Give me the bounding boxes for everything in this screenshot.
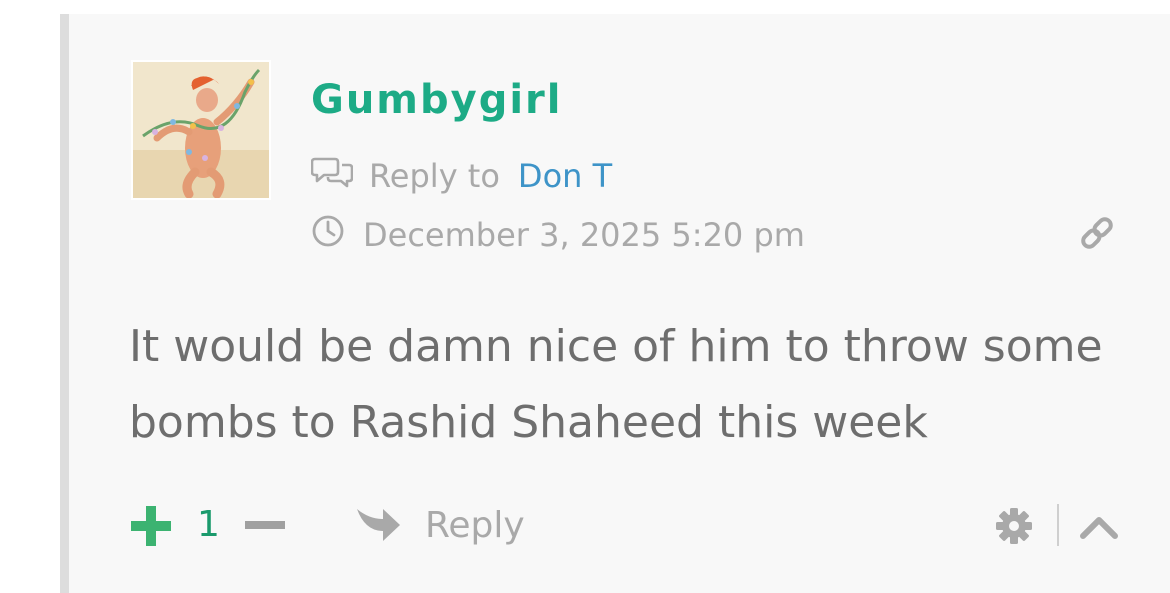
comments-icon bbox=[310, 155, 354, 197]
share-arrow-icon bbox=[357, 509, 400, 541]
link-icon bbox=[1081, 217, 1113, 249]
reply-to-line: Reply to Don T bbox=[310, 154, 612, 198]
vote-up-button[interactable] bbox=[131, 506, 171, 546]
avatar[interactable] bbox=[131, 60, 271, 200]
comment-card: Gumbygirl Reply to Don T December 3, 202… bbox=[60, 14, 1170, 593]
avatar-image bbox=[133, 62, 269, 198]
reply-to-label: Reply to bbox=[369, 157, 500, 195]
comment-author[interactable]: Gumbygirl bbox=[311, 74, 562, 126]
clock-icon bbox=[311, 214, 345, 256]
collapse-button[interactable] bbox=[1079, 508, 1119, 544]
reply-button-label: Reply bbox=[425, 504, 525, 546]
comment-body: It would be damn nice of him to throw so… bbox=[129, 321, 1103, 448]
reply-to-link[interactable]: Don T bbox=[518, 157, 612, 195]
gear-icon bbox=[996, 508, 1032, 544]
minus-icon[interactable] bbox=[245, 521, 285, 529]
reply-button[interactable]: Reply bbox=[355, 502, 525, 548]
permalink-button[interactable] bbox=[1077, 213, 1117, 253]
chevron-up-icon bbox=[1080, 517, 1118, 539]
comment-actions: 1 Reply bbox=[129, 502, 1119, 548]
actions-divider bbox=[1057, 504, 1059, 546]
plus-icon bbox=[131, 506, 171, 546]
settings-button[interactable] bbox=[995, 507, 1033, 545]
comment-date-line: December 3, 2025 5:20 pm bbox=[311, 213, 805, 257]
comment-date[interactable]: December 3, 2025 5:20 pm bbox=[363, 216, 805, 254]
vote-count: 1 bbox=[197, 504, 220, 545]
